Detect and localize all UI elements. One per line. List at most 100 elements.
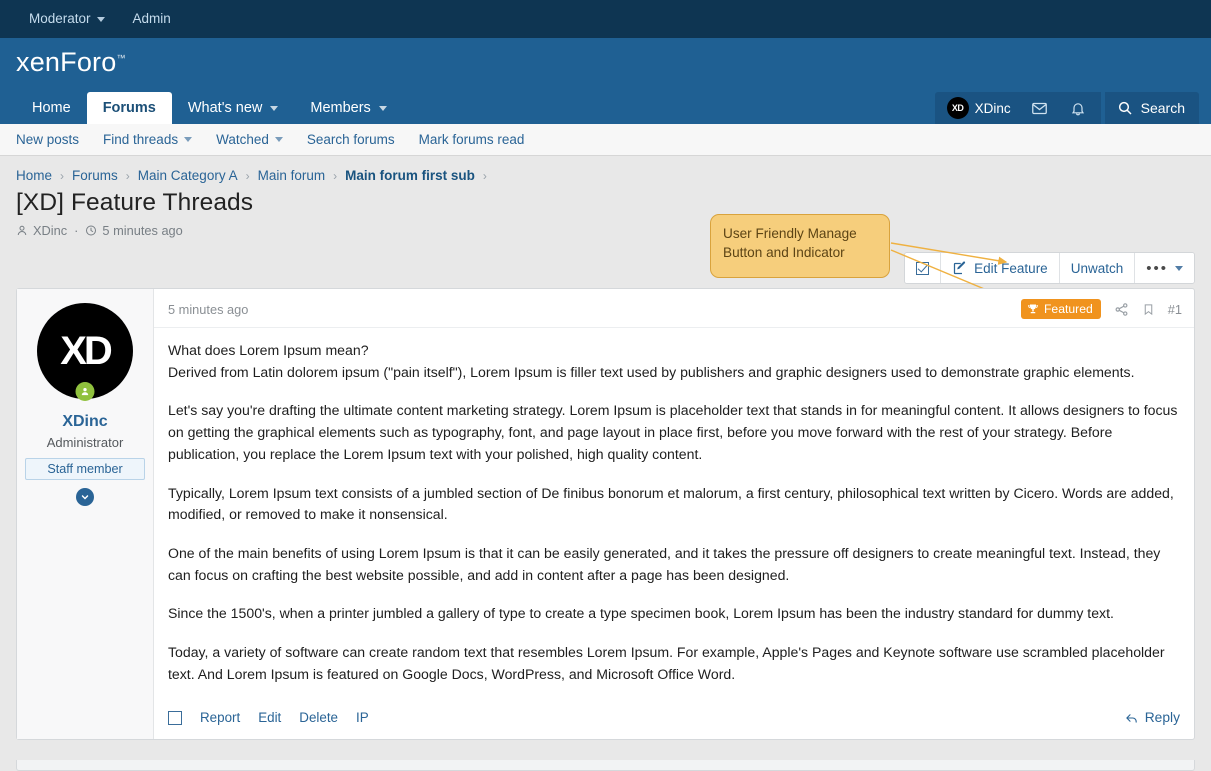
subnav-item-watched[interactable]: Watched <box>204 132 295 147</box>
admin-bar-item-label: Moderator <box>29 11 91 26</box>
checkbox-empty-icon[interactable] <box>168 710 182 725</box>
annotation-line-2: Button and Indicator <box>723 245 845 261</box>
thread-posted-time: 5 minutes ago <box>102 223 183 238</box>
post-user-column: XD XDinc Administrator Staff member <box>17 289 154 740</box>
unwatch-label: Unwatch <box>1070 260 1124 276</box>
subnav-item-label: New posts <box>16 132 80 147</box>
breadcrumb: Home › Forums › Main Category A › Main f… <box>0 156 1211 183</box>
thread-action-button-group: Edit Feature Unwatch ••• <box>904 252 1195 284</box>
post-paragraph: One of the main benefits of using Lorem … <box>168 544 1161 583</box>
nav-tab-whats-new[interactable]: What's new <box>172 92 295 124</box>
edit-feature-label: Edit Feature <box>974 260 1048 276</box>
chevron-down-icon <box>96 16 105 22</box>
site-header: xenForo™ Home Forums What's new Members … <box>0 38 1211 124</box>
breadcrumb-item-forums[interactable]: Forums <box>72 168 118 183</box>
user-online-icon <box>75 382 95 401</box>
trophy-icon <box>1027 303 1039 315</box>
bell-icon[interactable] <box>1059 100 1097 117</box>
report-link[interactable]: Report <box>200 710 240 725</box>
featured-badge-label: Featured <box>1043 302 1093 316</box>
breadcrumb-item-home[interactable]: Home <box>16 168 52 183</box>
nav-tab-label: Home <box>32 100 71 116</box>
logo-trademark: ™ <box>116 52 126 63</box>
breadcrumb-separator-icon: › <box>333 168 338 183</box>
status-badge: Staff member <box>25 458 145 480</box>
delete-link[interactable]: Delete <box>299 710 338 725</box>
subnav-item-mark-forums-read[interactable]: Mark forums read <box>407 132 537 147</box>
post-paragraph: Typically, Lorem Ipsum text consists of … <box>168 484 1174 523</box>
post-timestamp[interactable]: 5 minutes ago <box>168 302 248 317</box>
reply-button[interactable]: Reply <box>1124 710 1180 725</box>
thread-meta: XDinc · 5 minutes ago <box>16 223 1195 238</box>
admin-bar: Moderator Admin <box>0 0 1211 38</box>
post-paragraph: What does Lorem Ipsum mean? <box>168 342 369 358</box>
nav-tab-forums[interactable]: Forums <box>86 92 172 124</box>
subnav-item-label: Find threads <box>103 132 179 147</box>
share-icon[interactable] <box>1114 302 1129 317</box>
edit-feature-button[interactable]: Edit Feature <box>941 253 1060 283</box>
post-footer-actions: Report Edit Delete IP <box>168 710 369 725</box>
user-icon <box>16 224 28 237</box>
chevron-down-icon <box>1175 265 1183 271</box>
subnav-item-label: Mark forums read <box>418 132 525 147</box>
unwatch-button[interactable]: Unwatch <box>1059 253 1136 283</box>
nav-tab-members[interactable]: Members <box>294 92 402 124</box>
annotation-line-1: User Friendly Manage <box>723 226 857 241</box>
breadcrumb-item-main-forum[interactable]: Main forum <box>258 168 326 183</box>
post-header-actions: Featured #1 <box>1020 299 1182 319</box>
account-username: XDinc <box>974 100 1011 116</box>
post-paragraph: Let's say you're drafting the ultimate c… <box>168 402 1178 462</box>
post-container: XD XDinc Administrator Staff member 5 mi… <box>16 288 1195 741</box>
bookmark-icon[interactable] <box>1142 302 1155 317</box>
admin-bar-item-moderator[interactable]: Moderator <box>15 0 119 38</box>
chevron-down-circle-icon[interactable] <box>76 488 94 506</box>
post-body: What does Lorem Ipsum mean? Derived from… <box>154 328 1194 704</box>
reply-label: Reply <box>1144 710 1180 726</box>
breadcrumb-separator-icon: › <box>482 168 487 183</box>
select-thread-checkbox[interactable] <box>905 253 942 283</box>
thread-author[interactable]: XDinc <box>33 223 67 238</box>
search-button[interactable]: Search <box>1104 92 1199 124</box>
nav-tab-label: What's new <box>187 100 263 116</box>
chevron-down-icon <box>270 105 279 111</box>
post-paragraph: Derived from Latin dolorem ipsum ("pain … <box>168 363 1135 380</box>
subnav-item-new-posts[interactable]: New posts <box>16 132 91 147</box>
search-button-label: Search <box>1140 100 1185 116</box>
post-header: 5 minutes ago Featured #1 <box>154 289 1194 328</box>
search-icon <box>1117 100 1133 116</box>
subnav-item-find-threads[interactable]: Find threads <box>91 132 204 147</box>
page-title: [XD] Feature Threads <box>16 189 254 216</box>
admin-bar-item-admin[interactable]: Admin <box>119 0 185 38</box>
annotation-callout: User Friendly Manage Button and Indicato… <box>710 214 890 278</box>
main-nav: Home Forums What's new Members XD XDinc <box>0 86 1211 124</box>
thread-title-block: [XD] Feature Threads XDinc · 5 minutes a… <box>0 183 1211 238</box>
nav-tab-label: Members <box>310 100 371 116</box>
breadcrumb-item-main-category-a[interactable]: Main Category A <box>138 168 238 183</box>
avatar: XD <box>946 97 969 119</box>
nav-tab-label: Forums <box>102 100 156 116</box>
subnav-item-search-forums[interactable]: Search forums <box>295 132 407 147</box>
breadcrumb-separator-icon: › <box>245 168 250 183</box>
post-number[interactable]: #1 <box>1168 302 1182 317</box>
ellipsis-icon: ••• <box>1146 259 1168 277</box>
nav-tab-home[interactable]: Home <box>16 92 87 124</box>
edit-link[interactable]: Edit <box>258 710 281 725</box>
more-options-button[interactable]: ••• <box>1135 253 1194 283</box>
avatar[interactable]: XD <box>37 303 133 401</box>
breadcrumb-separator-icon: › <box>60 168 65 183</box>
post-author-title: Administrator <box>46 435 124 450</box>
breadcrumb-item-current[interactable]: Main forum first sub <box>345 168 475 183</box>
ip-link[interactable]: IP <box>356 710 369 725</box>
logo-text-light: xen <box>16 46 61 77</box>
post-author-name[interactable]: XDinc <box>25 413 145 431</box>
featured-badge: Featured <box>1020 299 1101 319</box>
meta-separator: · <box>74 223 79 238</box>
subnav-item-label: Search forums <box>306 132 395 147</box>
page-root: Moderator Admin xenForo™ Home Forums Wha… <box>0 0 1211 771</box>
site-logo[interactable]: xenForo™ <box>16 47 126 78</box>
post: XD XDinc Administrator Staff member 5 mi… <box>17 289 1194 740</box>
checkbox-checked-icon <box>916 261 930 275</box>
chevron-down-icon <box>378 105 387 111</box>
mail-icon[interactable] <box>1021 100 1059 117</box>
account-menu[interactable]: XD XDinc <box>934 92 1101 124</box>
